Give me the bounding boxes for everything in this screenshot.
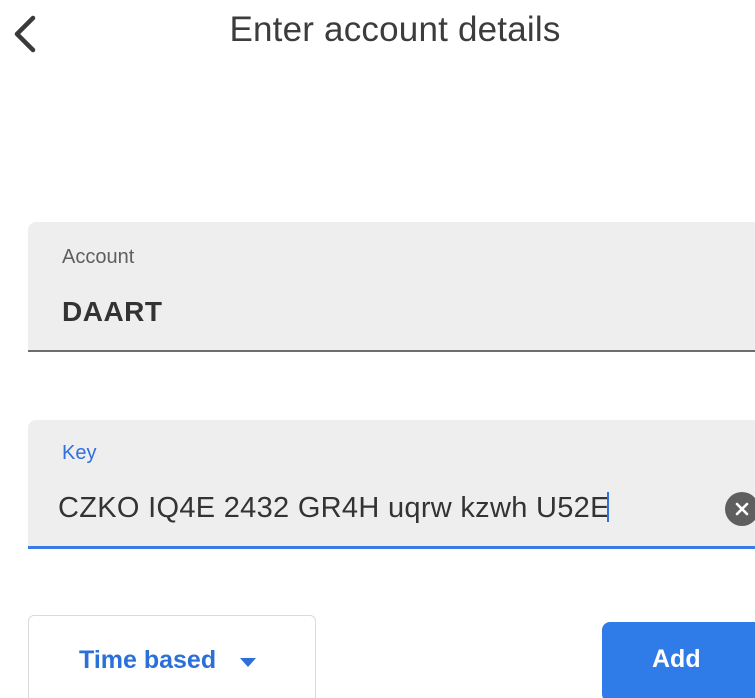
key-input[interactable]: CZKO IQ4E 2432 GR4H uqrw kzwh U52E: [58, 492, 609, 525]
key-input-text: CZKO IQ4E 2432 GR4H uqrw kzwh U52E: [58, 492, 610, 524]
add-button[interactable]: Add: [602, 622, 755, 698]
account-field[interactable]: Account DAART: [28, 222, 755, 352]
enter-account-details-screen: Enter account details Account DAART Key …: [0, 0, 755, 698]
key-type-dropdown[interactable]: Time based: [28, 615, 316, 698]
close-circle-icon: [735, 502, 749, 516]
page-title: Enter account details: [229, 10, 561, 49]
account-input[interactable]: DAART: [62, 296, 163, 328]
key-field[interactable]: Key CZKO IQ4E 2432 GR4H uqrw kzwh U52E: [28, 420, 755, 549]
caret-down-icon: [240, 658, 257, 667]
key-field-label: Key: [62, 442, 97, 464]
text-cursor: [606, 492, 609, 522]
account-field-label: Account: [62, 246, 135, 268]
clear-key-button[interactable]: [725, 492, 755, 526]
add-button-label: Add: [652, 644, 701, 673]
key-type-selected: Time based: [79, 646, 217, 674]
